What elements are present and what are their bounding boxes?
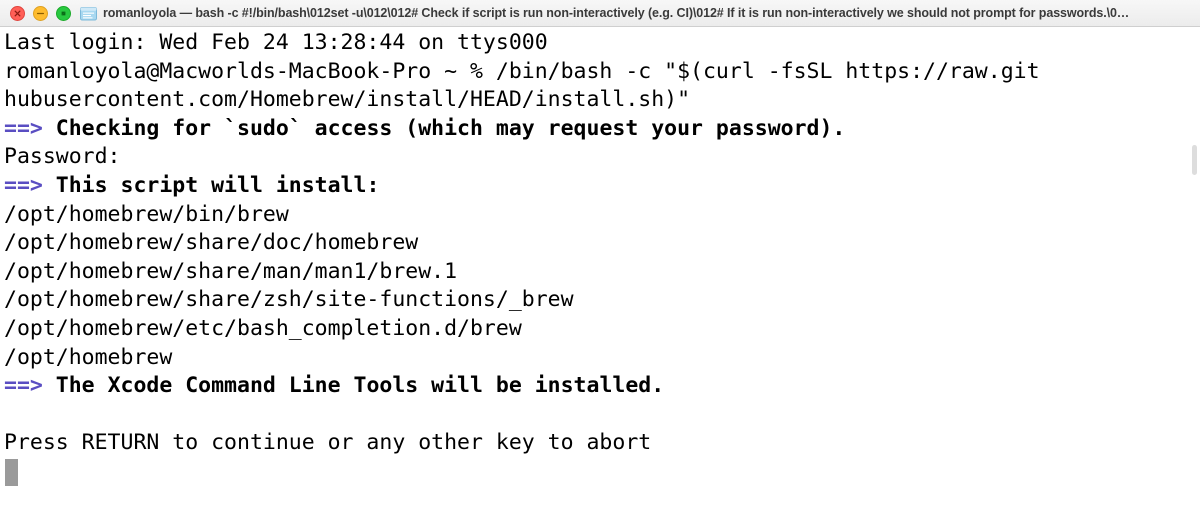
- arrow-prefix-icon: ==>: [4, 373, 43, 399]
- terminal-content-area[interactable]: Last login: Wed Feb 24 13:28:44 on ttys0…: [0, 27, 1200, 521]
- close-window-button[interactable]: [10, 5, 25, 21]
- window-title: romanloyola — bash -c #!/bin/bash\012set…: [103, 5, 1130, 20]
- terminal-cursor-line: [4, 458, 1200, 487]
- terminal-line-prompt-command: romanloyola@Macworlds-MacBook-Pro ~ % /b…: [4, 58, 1040, 84]
- text-cursor: [5, 458, 18, 486]
- terminal-line-path-zsh: /opt/homebrew/share/zsh/site-functions/_…: [4, 287, 574, 313]
- terminal-line-xcode-tools-text: The Xcode Command Line Tools will be ins…: [42, 373, 665, 399]
- terminal-line-script-will-install-text: This script will install:: [42, 172, 380, 198]
- terminal-line-path-share-doc: /opt/homebrew/share/doc/homebrew: [4, 230, 419, 256]
- terminal-line-path-root: /opt/homebrew: [4, 344, 173, 370]
- terminal-line-command-wrap: hubusercontent.com/Homebrew/install/HEAD…: [4, 87, 691, 113]
- arrow-prefix-icon: ==>: [4, 115, 43, 141]
- terminal-line-path-bash-completion: /opt/homebrew/etc/bash_completion.d/brew: [4, 315, 522, 341]
- terminal-line-last-login: Last login: Wed Feb 24 13:28:44 on ttys0…: [4, 30, 548, 55]
- terminal-line-script-will-install: ==> This script will install:: [4, 172, 1200, 201]
- arrow-prefix-icon: ==>: [4, 172, 43, 198]
- minimize-icon: [36, 12, 45, 14]
- terminal-line-xcode-tools: ==> The Xcode Command Line Tools will be…: [4, 372, 1200, 401]
- terminal-line-path-man: /opt/homebrew/share/man/man1/brew.1: [4, 258, 458, 284]
- close-icon: [14, 10, 21, 16]
- terminal-document-icon: [80, 6, 97, 21]
- terminal-window: romanloyola — bash -c #!/bin/bash\012set…: [0, 0, 1200, 521]
- window-titlebar[interactable]: romanloyola — bash -c #!/bin/bash\012set…: [0, 0, 1200, 27]
- terminal-line-password-prompt: Password:: [4, 144, 121, 170]
- traffic-light-group: [10, 5, 71, 21]
- terminal-line-path-brew-bin: /opt/homebrew/bin/brew: [4, 201, 289, 227]
- maximize-window-button[interactable]: [56, 5, 71, 21]
- terminal-line-checking-sudo-text: Checking for `sudo` access (which may re…: [42, 115, 846, 141]
- terminal-line-press-return: Press RETURN to continue or any other ke…: [4, 430, 652, 456]
- terminal-line-checking-sudo: ==> Checking for `sudo` access (which ma…: [4, 115, 1200, 144]
- terminal-scrollbar-thumb[interactable]: [1192, 145, 1197, 175]
- terminal-scrollbar[interactable]: [1191, 27, 1199, 521]
- minimize-window-button[interactable]: [33, 5, 48, 21]
- maximize-icon: [61, 11, 66, 15]
